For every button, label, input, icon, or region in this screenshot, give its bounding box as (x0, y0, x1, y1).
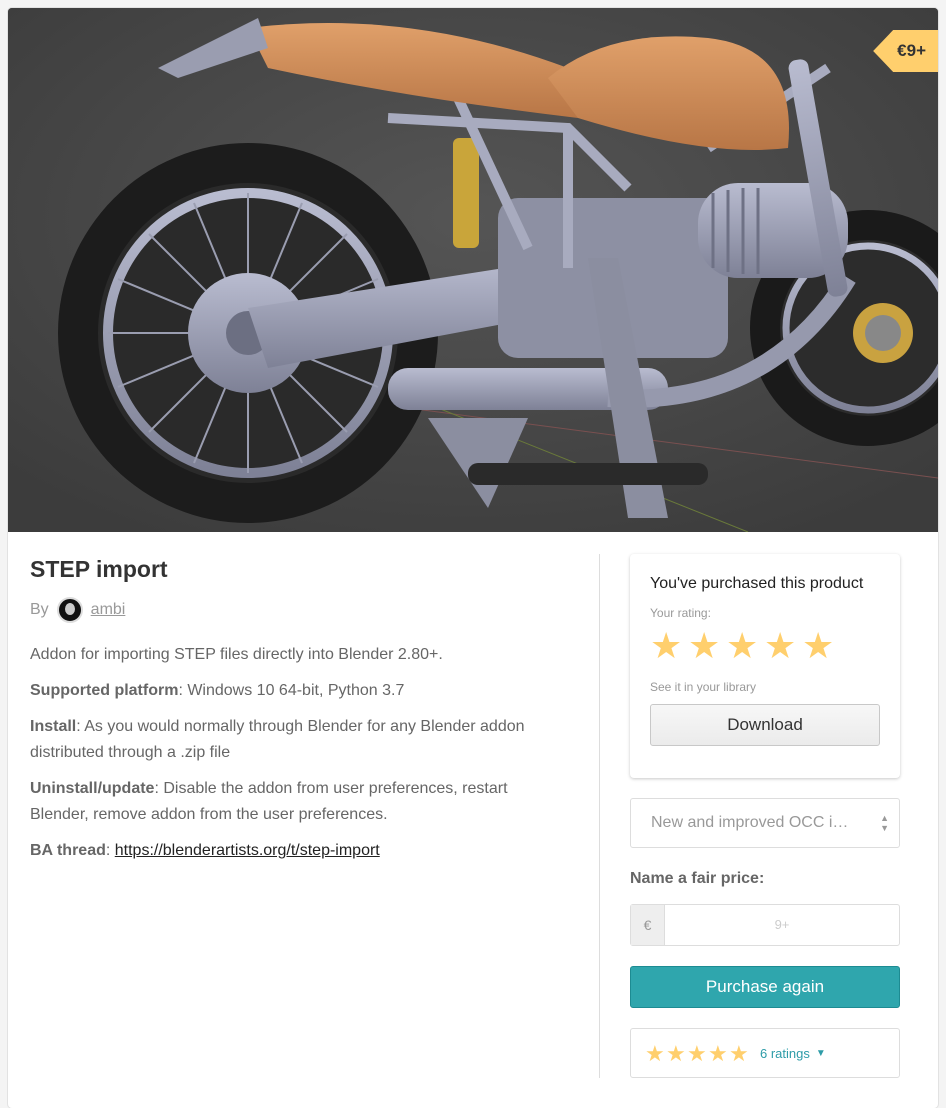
column-divider (599, 554, 600, 1078)
star-icon[interactable]: ★ (650, 628, 682, 664)
chevron-down-icon[interactable]: ▼ (816, 1048, 826, 1059)
star-icon: ★ (666, 1040, 686, 1066)
version-select[interactable]: New and improved OCC import ▲ ▼ (630, 798, 900, 848)
star-icon[interactable]: ★ (726, 628, 758, 664)
currency-addon: € (631, 905, 665, 945)
description-key: Uninstall/update (30, 780, 155, 797)
cover-image[interactable]: €9+ (8, 8, 938, 532)
price-input-group[interactable]: € 9+ (630, 904, 900, 946)
description-key: Install (30, 718, 77, 735)
motorcycle-render (8, 8, 938, 532)
description-line-1: Supported platform: Windows 10 64-bit, P… (30, 678, 560, 704)
description-text: : As you would normally through Blender … (30, 718, 525, 761)
download-button[interactable]: Download (650, 704, 880, 746)
thread-label: BA thread (30, 842, 106, 859)
description-line-0: Addon for importing STEP files directly … (30, 642, 560, 668)
star-icon: ★ (729, 1040, 749, 1066)
description-line-3: Uninstall/update: Disable the addon from… (30, 776, 560, 828)
star-icon: ★ (687, 1040, 707, 1066)
thread-link[interactable]: https://blenderartists.org/t/step-import (115, 842, 380, 859)
star-icon: ★ (645, 1040, 665, 1066)
ratings-summary[interactable]: ★ ★ ★ ★ ★ 6 ratings ▼ (630, 1028, 900, 1078)
description-text: Addon for importing STEP files directly … (30, 646, 443, 663)
author-link[interactable]: ambi (91, 601, 126, 619)
product-details: STEP import By ambi Addon for importing … (30, 554, 560, 874)
byline: By ambi (30, 596, 560, 624)
description-line-2: Install: As you would normally through B… (30, 714, 560, 766)
description-key: Supported platform (30, 682, 179, 699)
version-select-value: New and improved OCC import (651, 814, 856, 831)
updown-arrows-icon: ▲ ▼ (880, 813, 889, 833)
product-description: Addon for importing STEP files directly … (30, 642, 560, 864)
thread-line: BA thread: https://blenderartists.org/t/… (30, 838, 560, 864)
purchased-box: You've purchased this product Your ratin… (630, 554, 900, 778)
star-icon[interactable]: ★ (688, 628, 720, 664)
fair-price-label: Name a fair price: (630, 870, 765, 887)
ratings-count[interactable]: 6 ratings (760, 1046, 810, 1061)
thread-sep: : (105, 842, 115, 859)
author-avatar[interactable] (56, 597, 83, 623)
library-link[interactable]: See it in your library (650, 680, 880, 694)
product-title: STEP import (30, 556, 168, 582)
purchased-heading: You've purchased this product (650, 575, 864, 592)
by-label: By (30, 601, 49, 618)
description-text: : Windows 10 64-bit, Python 3.7 (178, 682, 405, 699)
star-icon[interactable]: ★ (764, 628, 796, 664)
your-rating-label: Your rating: (650, 606, 711, 620)
star-icon[interactable]: ★ (802, 628, 834, 664)
price-input[interactable]: 9+ (665, 905, 899, 945)
star-icon: ★ (708, 1040, 728, 1066)
purchase-sidebar: You've purchased this product Your ratin… (630, 554, 900, 1078)
purchase-again-button[interactable]: Purchase again (630, 966, 900, 1008)
user-rating-stars[interactable]: ★ ★ ★ ★ ★ (650, 628, 880, 666)
